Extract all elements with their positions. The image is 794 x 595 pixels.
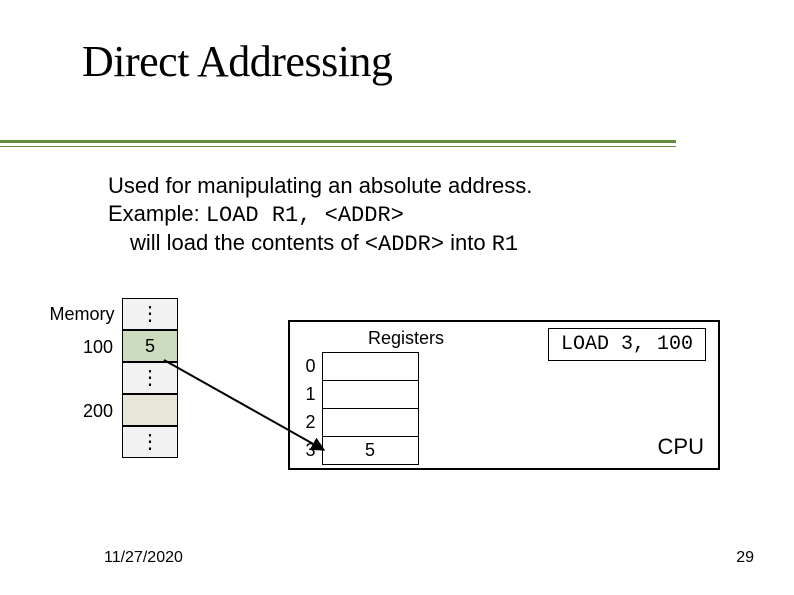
body-line-3-code1: <ADDR> (365, 232, 444, 257)
memory-header: Memory (42, 298, 122, 330)
memory-cell: ⋮ (122, 298, 178, 330)
body-line-2-prefix: Example: (108, 201, 206, 226)
memory-cell: ⋮ (122, 362, 178, 394)
reg-idx: 2 (300, 409, 322, 437)
footer-date: 11/27/2020 (104, 549, 183, 567)
registers-table: 0 1 2 35 (300, 352, 419, 465)
title-rule (0, 140, 676, 147)
body-line-2-code: LOAD R1, <ADDR> (206, 203, 404, 228)
reg-cell (322, 353, 418, 381)
slide-body: Used for manipulating an absolute addres… (108, 172, 748, 259)
memory-addr-blank (42, 362, 122, 394)
body-line-3-code2: R1 (492, 232, 518, 257)
reg-cell: 5 (322, 437, 418, 465)
reg-idx: 3 (300, 437, 322, 465)
memory-addr-blank (42, 426, 122, 458)
rule-thin (0, 146, 676, 147)
memory-cell-100: 5 (122, 330, 178, 362)
reg-cell (322, 409, 418, 437)
body-line-3-prefix: will load the contents of (130, 230, 365, 255)
cpu-box: Registers LOAD 3, 100 0 1 2 35 CPU (288, 320, 720, 470)
memory-cell: ⋮ (122, 426, 178, 458)
body-line-1: Used for manipulating an absolute addres… (108, 172, 748, 200)
footer-page-number: 29 (736, 549, 754, 567)
rule-thick (0, 140, 676, 143)
instruction-box: LOAD 3, 100 (548, 328, 706, 361)
memory-addr-200: 200 (42, 394, 122, 426)
memory-cell-200 (122, 394, 178, 426)
memory-column: Memory ⋮ 100 5 ⋮ 200 ⋮ (42, 298, 178, 458)
registers-title: Registers (368, 328, 444, 349)
body-line-3: will load the contents of <ADDR> into R1 (130, 229, 748, 259)
slide: Direct Addressing Used for manipulating … (0, 0, 794, 595)
memory-addr-100: 100 (42, 330, 122, 362)
cpu-label: CPU (658, 434, 704, 460)
body-line-3-mid: into (444, 230, 492, 255)
reg-idx: 1 (300, 381, 322, 409)
reg-cell (322, 381, 418, 409)
body-line-2: Example: LOAD R1, <ADDR> (108, 200, 748, 230)
slide-title: Direct Addressing (82, 36, 752, 87)
reg-idx: 0 (300, 353, 322, 381)
